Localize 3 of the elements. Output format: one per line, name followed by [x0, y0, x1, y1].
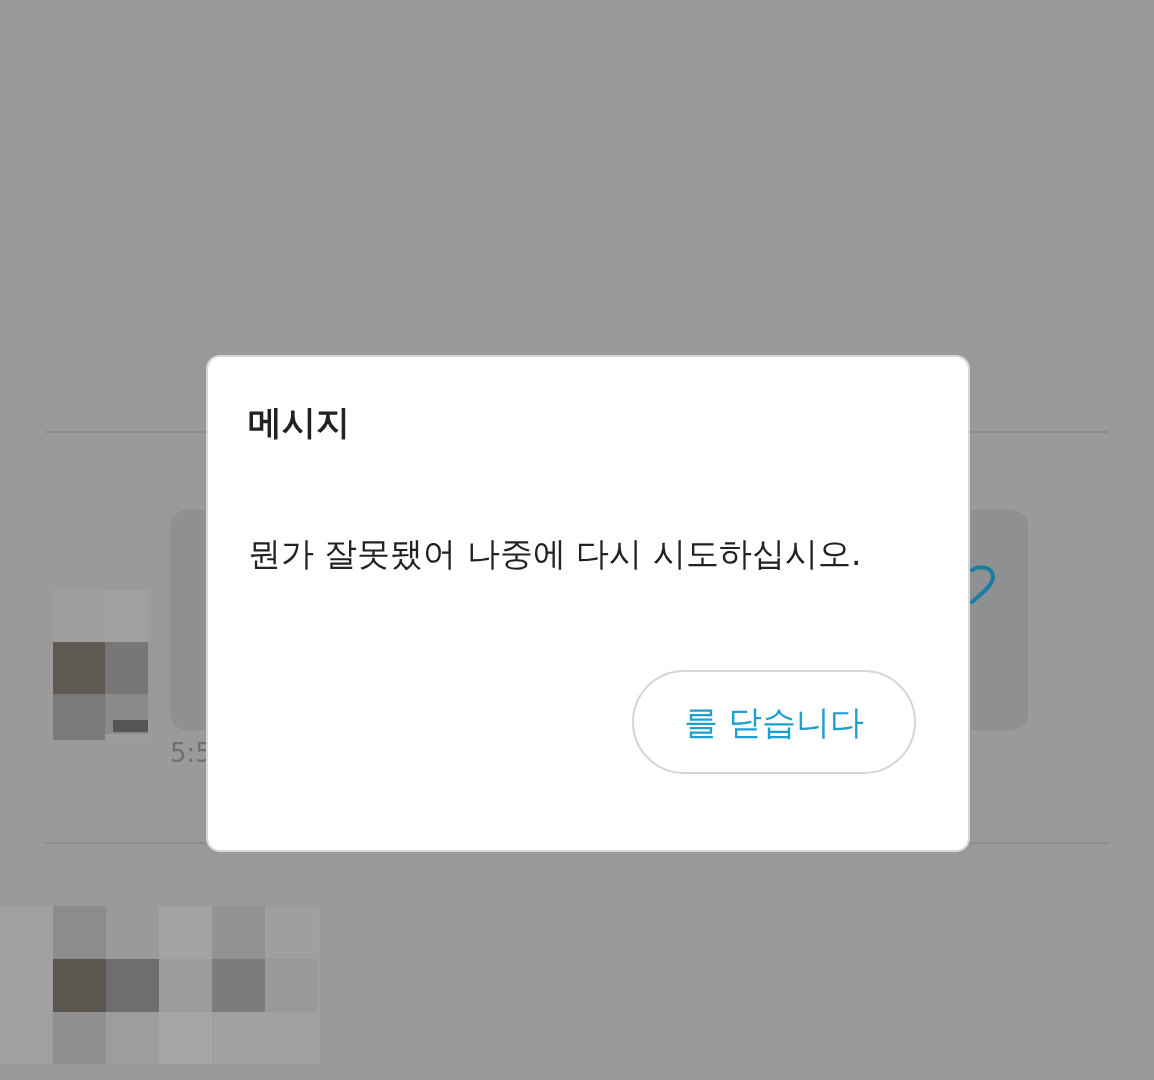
dialog-title: 메시지 — [248, 405, 351, 439]
dialog-message: 뭔가 잘못됐어 나중에 다시 시도하십시오. — [248, 537, 863, 570]
close-button[interactable]: 를 닫습니다 — [632, 670, 916, 774]
